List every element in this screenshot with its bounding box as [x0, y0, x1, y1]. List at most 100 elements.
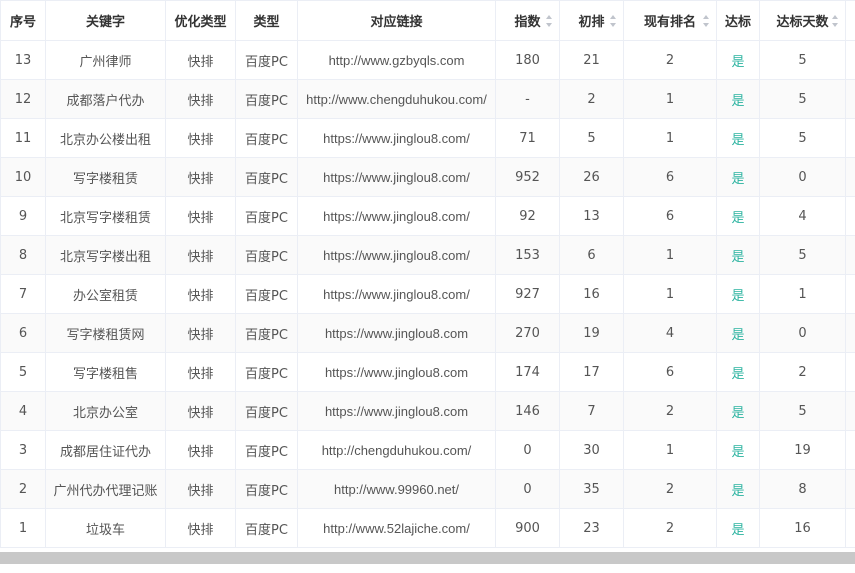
cell-reached-days: 0 [759, 157, 846, 197]
cell-current-rank: 6 [623, 352, 717, 392]
cell-initial-rank: 23 [559, 508, 624, 548]
cell-index: 9 [0, 196, 46, 236]
cell-extra [845, 274, 855, 314]
header-initial-rank[interactable]: 初排 [559, 0, 624, 41]
cell-reached-days: 5 [759, 118, 846, 158]
cell-index-value: 174 [495, 352, 560, 392]
cell-keyword: 写字楼租赁 [45, 157, 166, 197]
cell-extra [845, 196, 855, 236]
cell-type: 百度PC [235, 157, 298, 197]
table-row: 7 办公室租赁 快排 百度PC https://www.jinglou8.com/927… [0, 274, 855, 314]
cell-reached: 是 [716, 118, 760, 158]
horizontal-scrollbar[interactable] [0, 552, 855, 573]
header-current-rank-label: 现有排名 [643, 15, 696, 30]
cell-reached: 是 [716, 313, 760, 353]
cell-type: 百度PC [235, 196, 298, 236]
sort-caret-icon[interactable] [546, 14, 553, 27]
cell-keyword: 广州代办代理记账 [45, 469, 166, 509]
sort-caret-icon[interactable] [610, 14, 617, 27]
cell-index-value: - [495, 79, 560, 119]
cell-initial-rank: 7 [559, 391, 624, 431]
header-extra [845, 0, 855, 41]
cell-extra [845, 40, 855, 80]
cell-index: 5 [0, 352, 46, 392]
header-initial-rank-label: 初排 [578, 15, 605, 30]
cell-index-value: 153 [495, 235, 560, 275]
cell-opt-type: 快排 [165, 313, 236, 353]
cell-extra [845, 508, 855, 548]
header-opt-type: 优化类型 [165, 0, 236, 41]
cell-type: 百度PC [235, 235, 298, 275]
cell-index: 10 [0, 157, 46, 197]
ranking-table: 序号 关键字 优化类型 类型 对应链接 指数 初排 现有排名 达标 达标天数 1… [0, 0, 855, 548]
header-reached-days[interactable]: 达标天数 [759, 0, 846, 41]
cell-current-rank: 4 [623, 313, 717, 353]
cell-opt-type: 快排 [165, 274, 236, 314]
cell-current-rank: 1 [623, 235, 717, 275]
cell-extra [845, 79, 855, 119]
header-index-value[interactable]: 指数 [495, 0, 560, 41]
cell-current-rank: 2 [623, 391, 717, 431]
cell-reached: 是 [716, 196, 760, 236]
cell-index-value: 927 [495, 274, 560, 314]
cell-type: 百度PC [235, 40, 298, 80]
sort-caret-icon[interactable] [832, 14, 839, 27]
cell-url: http://www.chengduhukou.com/ [297, 79, 496, 119]
sort-caret-icon[interactable] [703, 14, 710, 27]
cell-reached-days: 8 [759, 469, 846, 509]
cell-index-value: 92 [495, 196, 560, 236]
table-row: 12 成都落户代办 快排 百度PC http://www.chengduhukou.co… [0, 79, 855, 119]
cell-url: https://www.jinglou8.com/ [297, 157, 496, 197]
cell-initial-rank: 17 [559, 352, 624, 392]
table-row: 2 广州代办代理记账 快排 百度PC http://www.99960.net/0 35 2… [0, 469, 855, 509]
cell-reached: 是 [716, 79, 760, 119]
cell-index-value: 71 [495, 118, 560, 158]
cell-index-value: 146 [495, 391, 560, 431]
cell-extra [845, 313, 855, 353]
table-row: 13 广州律师 快排 百度PC http://www.gzbyqls.com 180 21 2… [0, 40, 855, 80]
cell-keyword: 北京写字楼租赁 [45, 196, 166, 236]
cell-opt-type: 快排 [165, 40, 236, 80]
cell-reached-days: 0 [759, 313, 846, 353]
cell-reached: 是 [716, 352, 760, 392]
cell-current-rank: 1 [623, 274, 717, 314]
cell-reached-days: 19 [759, 430, 846, 470]
cell-reached: 是 [716, 430, 760, 470]
cell-reached-days: 4 [759, 196, 846, 236]
cell-initial-rank: 16 [559, 274, 624, 314]
header-current-rank[interactable]: 现有排名 [623, 0, 717, 41]
cell-initial-rank: 21 [559, 40, 624, 80]
cell-type: 百度PC [235, 430, 298, 470]
cell-extra [845, 157, 855, 197]
cell-opt-type: 快排 [165, 196, 236, 236]
cell-keyword: 北京办公楼出租 [45, 118, 166, 158]
cell-index-value: 0 [495, 430, 560, 470]
cell-type: 百度PC [235, 469, 298, 509]
table-row: 6 写字楼租赁网 快排 百度PC https://www.jinglou8.com 270… [0, 313, 855, 353]
header-type: 类型 [235, 0, 298, 41]
cell-reached-days: 2 [759, 352, 846, 392]
header-index-value-label: 指数 [514, 15, 541, 30]
cell-url: https://www.jinglou8.com/ [297, 196, 496, 236]
cell-keyword: 写字楼租赁网 [45, 313, 166, 353]
cell-initial-rank: 26 [559, 157, 624, 197]
table-row: 11 北京办公楼出租 快排 百度PC https://www.jinglou8.com/… [0, 118, 855, 158]
cell-url: https://www.jinglou8.com/ [297, 118, 496, 158]
table-row: 3 成都居住证代办 快排 百度PC http://chengduhukou.com/0 3… [0, 430, 855, 470]
cell-current-rank: 1 [623, 430, 717, 470]
header-reached-days-label: 达标天数 [776, 15, 829, 30]
scrollbar-thumb[interactable] [0, 552, 855, 564]
cell-opt-type: 快排 [165, 235, 236, 275]
cell-extra [845, 352, 855, 392]
cell-index: 12 [0, 79, 46, 119]
table-row: 1 垃圾车 快排 百度PC http://www.52lajiche.com/900 23… [0, 508, 855, 548]
cell-index: 6 [0, 313, 46, 353]
cell-url: http://www.52lajiche.com/ [297, 508, 496, 548]
cell-keyword: 广州律师 [45, 40, 166, 80]
cell-reached: 是 [716, 391, 760, 431]
cell-url: https://www.jinglou8.com [297, 313, 496, 353]
cell-initial-rank: 35 [559, 469, 624, 509]
table-row: 4 北京办公室 快排 百度PC https://www.jinglou8.com 146 7… [0, 391, 855, 431]
cell-reached-days: 1 [759, 274, 846, 314]
cell-reached: 是 [716, 40, 760, 80]
